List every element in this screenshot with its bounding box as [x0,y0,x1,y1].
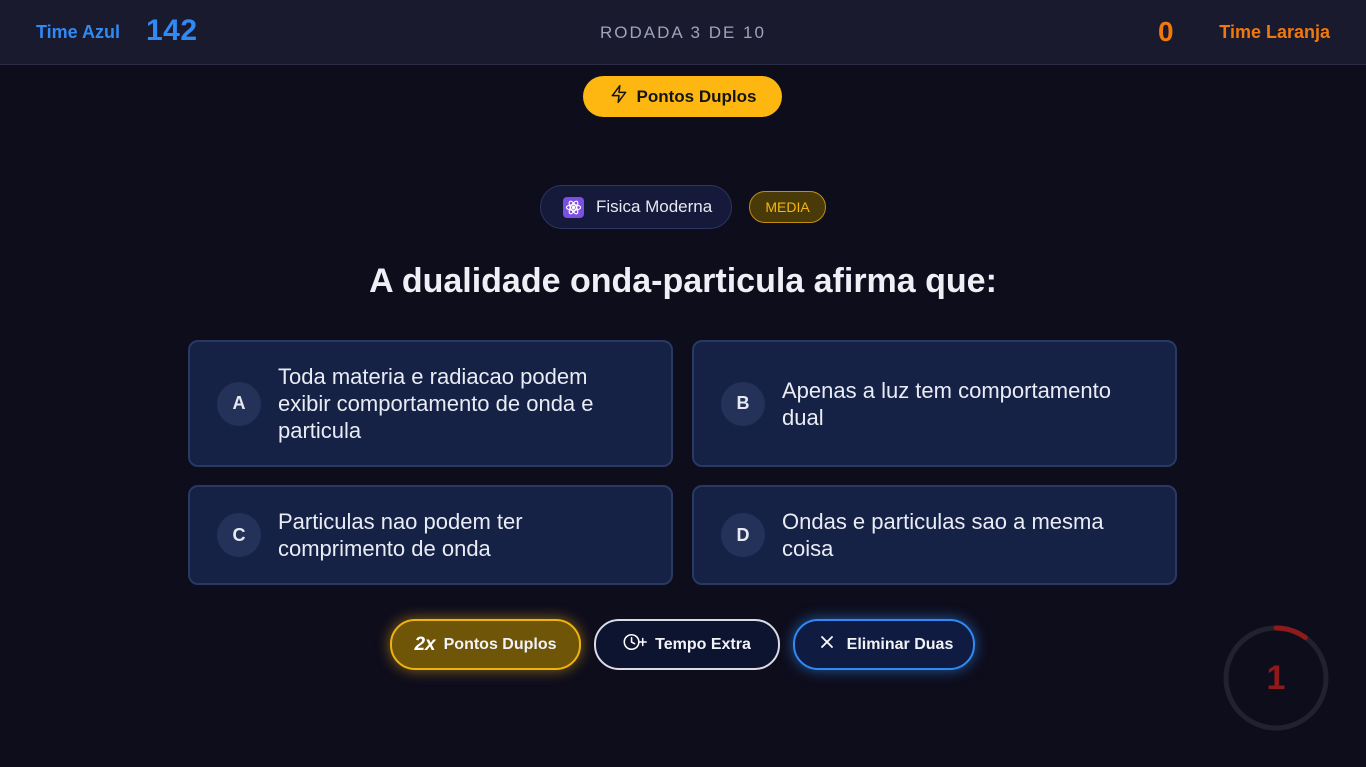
category-label: Fisica Moderna [596,197,713,216]
timer-seconds: 1 [1266,658,1286,697]
powerup-label: Pontos Duplos [443,635,557,653]
double-points-banner-label: Pontos Duplos [636,86,757,106]
answer-option-c[interactable]: C Particulas nao podem ter comprimento d… [188,485,673,585]
close-icon [815,630,839,659]
powerup-extra-time-button[interactable]: Tempo Extra [594,619,780,670]
answer-text: Toda materia e radiacao podem exibir com… [278,364,594,443]
scoreboard-bar: Time Azul 142 RODADA 3 DE 10 0 Time Lara… [0,0,1366,65]
answer-text: Ondas e particulas sao a mesma coisa [782,509,1104,561]
lightning-icon [609,84,629,109]
powerup-label: Eliminar Duas [846,635,954,653]
powerup-eliminate-two-button[interactable]: Eliminar Duas [793,619,975,670]
countdown-timer: 1 [1222,624,1330,732]
double-points-banner: Pontos Duplos [583,76,782,117]
answer-text: Particulas nao podem ter comprimento de … [278,509,523,561]
answer-letter: C [217,513,261,557]
question-text: A dualidade onda-particula afirma que: [369,262,997,300]
answer-letter: A [217,381,261,426]
team-right-score: 0 [1158,16,1174,47]
answer-option-b[interactable]: B Apenas a luz tem comportamento dual [692,340,1177,467]
powerup-label: Tempo Extra [655,635,751,653]
team-right-name: Time Laranja [1219,22,1330,42]
answer-text: Apenas a luz tem comportamento dual [782,377,1111,430]
atom-icon [563,196,584,218]
clock-plus-icon [623,630,648,659]
double-multiplier-icon: 2x [414,633,436,655]
powerup-double-points-button[interactable]: 2x Pontos Duplos [390,619,581,670]
answer-letter: B [721,381,765,426]
difficulty-badge: MEDIA [749,191,826,223]
answer-option-d[interactable]: D Ondas e particulas sao a mesma coisa [692,485,1177,585]
answer-option-a[interactable]: A Toda materia e radiacao podem exibir c… [188,340,673,467]
category-badge: Fisica Moderna [540,185,732,229]
answer-letter: D [721,513,765,557]
